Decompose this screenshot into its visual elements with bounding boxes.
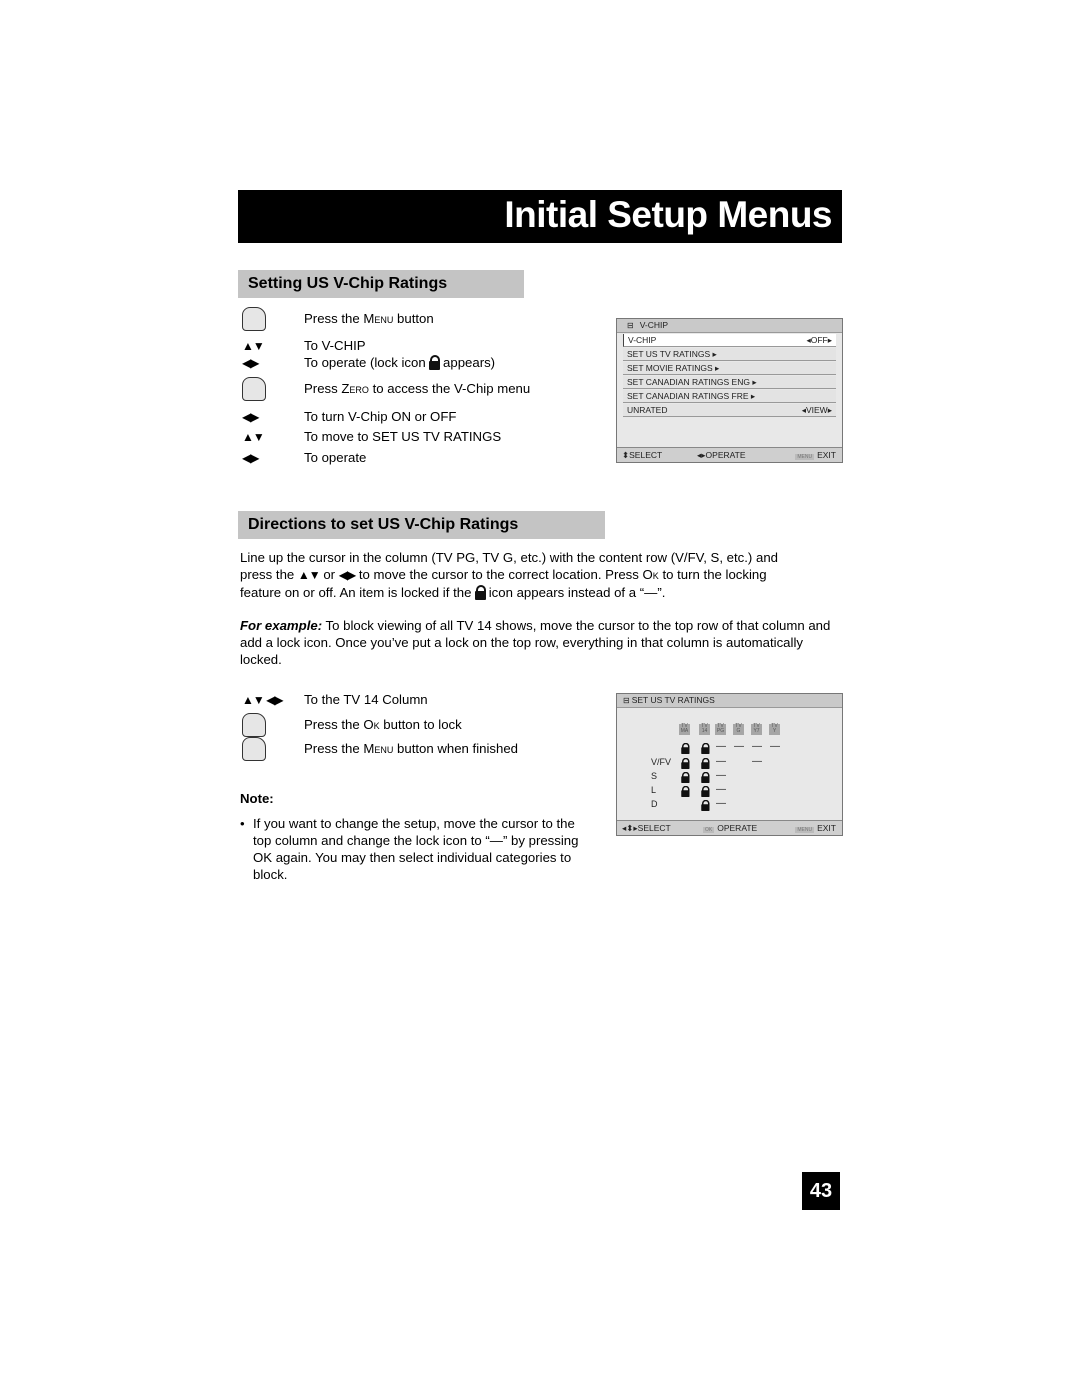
lock-icon[interactable]: [681, 757, 690, 769]
lock-icon[interactable]: [681, 742, 690, 754]
left-right-arrows-icon: ◀▶: [242, 356, 259, 370]
exit-hint: MENU EXIT: [795, 450, 836, 460]
lock-icon[interactable]: [701, 785, 710, 797]
step-text: To operate: [304, 450, 367, 465]
exit-hint: MENU EXIT: [795, 823, 836, 833]
rating-column-header: TV 14: [699, 724, 710, 735]
hand-press-icon: [242, 713, 266, 737]
menu-item-value: ◂VIEW▸: [801, 405, 832, 415]
lock-icon[interactable]: [701, 742, 710, 754]
operate-hint: ◂▸OPERATE: [697, 450, 746, 460]
lock-icon[interactable]: [701, 771, 710, 783]
up-down-arrows-icon: ▲▼: [242, 430, 265, 444]
step-text: To move to SET US TV RATINGS: [304, 429, 502, 444]
content-row-label: L: [651, 785, 657, 795]
hand-press-icon: [242, 307, 266, 331]
hand-press-icon: [242, 737, 266, 761]
up-down-arrows-icon: ▲▼: [297, 568, 321, 582]
note-item: • If you want to change the setup, move …: [240, 816, 579, 882]
rating-column-header: TV Y: [769, 724, 780, 735]
vchip-menu-header: ⊟ V-CHIP: [617, 319, 842, 333]
section-heading-setting: Setting US V-Chip Ratings: [238, 270, 524, 298]
unlocked-dash[interactable]: —: [716, 741, 726, 752]
page-title-bar: Initial Setup Menus: [238, 190, 842, 243]
unlocked-dash[interactable]: —: [752, 741, 762, 752]
select-hint: ⬍SELECT: [622, 450, 663, 460]
ratings-header: ⊟ SET US TV RATINGS: [617, 694, 842, 708]
rating-column-header: TV G: [733, 724, 744, 735]
unlocked-dash[interactable]: —: [752, 756, 762, 767]
lock-icon[interactable]: [701, 757, 710, 769]
step-text: Press the Menu button: [304, 311, 434, 326]
ratings-footer: ◂⬍▸SELECT OK OPERATE MENU EXIT: [617, 820, 842, 835]
menu-item[interactable]: SET US TV RATINGS ▸: [623, 348, 836, 361]
step-text: Press the Ok button to lock: [304, 717, 462, 732]
left-right-arrows-icon: ◀▶: [242, 410, 259, 424]
lock-icon: ⊟: [627, 321, 634, 330]
hand-press-icon: [242, 377, 266, 401]
chevron-right-icon: ▸: [748, 391, 756, 401]
unlocked-dash[interactable]: —: [716, 756, 726, 767]
content-row-label: D: [651, 799, 658, 809]
lock-icon: ⊟: [623, 696, 630, 705]
rating-column-header: TV PG: [715, 723, 726, 735]
menu-item[interactable]: UNRATED ◂VIEW▸: [623, 404, 836, 417]
step-text: To V-CHIP: [304, 338, 366, 353]
arrows-icon: ▲▼ ◀▶: [242, 693, 284, 707]
menu-item[interactable]: V-CHIP ◂OFF▸: [623, 334, 836, 347]
chevron-right-icon: ▸: [749, 377, 757, 387]
lock-icon: [429, 355, 441, 370]
page-number: 43: [802, 1172, 840, 1210]
directions-paragraph: Line up the cursor in the column (TV PG,…: [240, 550, 778, 600]
select-hint: ◂⬍▸SELECT: [622, 823, 671, 833]
menu-item-value: ◂OFF▸: [806, 335, 832, 345]
step-text: Press Zero to access the V-Chip menu: [304, 381, 531, 396]
unlocked-dash[interactable]: —: [716, 784, 726, 795]
menu-item[interactable]: SET CANADIAN RATINGS FRE ▸: [623, 390, 836, 403]
vchip-menu-footer: ⬍SELECT ◂▸OPERATE MENU EXIT: [617, 447, 842, 462]
step-text: To operate (lock icon appears): [304, 355, 496, 370]
step-text: To the TV 14 Column: [304, 692, 428, 707]
left-right-arrows-icon: ◀▶: [242, 451, 259, 465]
lock-icon[interactable]: [701, 799, 710, 811]
page-title: Initial Setup Menus: [504, 194, 832, 235]
content-row-label: S: [651, 771, 658, 781]
example-paragraph: For example: To block viewing of all TV …: [240, 618, 831, 667]
chevron-right-icon: ▸: [712, 363, 720, 373]
vchip-menu-screen: ⊟ V-CHIP V-CHIP ◂OFF▸ SET US TV RATINGS ▸ SE…: [616, 318, 843, 463]
unlocked-dash[interactable]: —: [716, 798, 726, 809]
unlocked-dash[interactable]: —: [716, 770, 726, 781]
section-heading-directions: Directions to set US V-Chip Ratings: [238, 511, 605, 539]
note-label: Note:: [240, 791, 274, 806]
unlocked-dash[interactable]: —: [734, 741, 744, 752]
left-right-arrows-icon: ◀▶: [338, 568, 356, 582]
menu-item[interactable]: SET CANADIAN RATINGS ENG ▸: [623, 376, 836, 389]
rating-column-header: TV MA: [679, 723, 690, 735]
step-text: To turn V-Chip ON or OFF: [304, 409, 457, 424]
operate-hint: OK OPERATE: [703, 823, 758, 833]
lock-icon[interactable]: [681, 771, 690, 783]
ratings-screen: ⊟ SET US TV RATINGS TV MA TV 14 TV PG TV G TV…: [616, 693, 843, 836]
rating-column-header: TV Y7: [751, 724, 762, 735]
step-text: Press the Menu button when finished: [304, 741, 519, 756]
lock-icon[interactable]: [681, 785, 690, 797]
unlocked-dash[interactable]: —: [770, 741, 780, 752]
content-row-label: V/FV: [651, 757, 672, 767]
menu-item[interactable]: SET MOVIE RATINGS ▸: [623, 362, 836, 375]
chevron-right-icon: ▸: [710, 349, 717, 359]
lock-icon: [475, 585, 487, 600]
up-down-arrows-icon: ▲▼: [242, 339, 265, 353]
